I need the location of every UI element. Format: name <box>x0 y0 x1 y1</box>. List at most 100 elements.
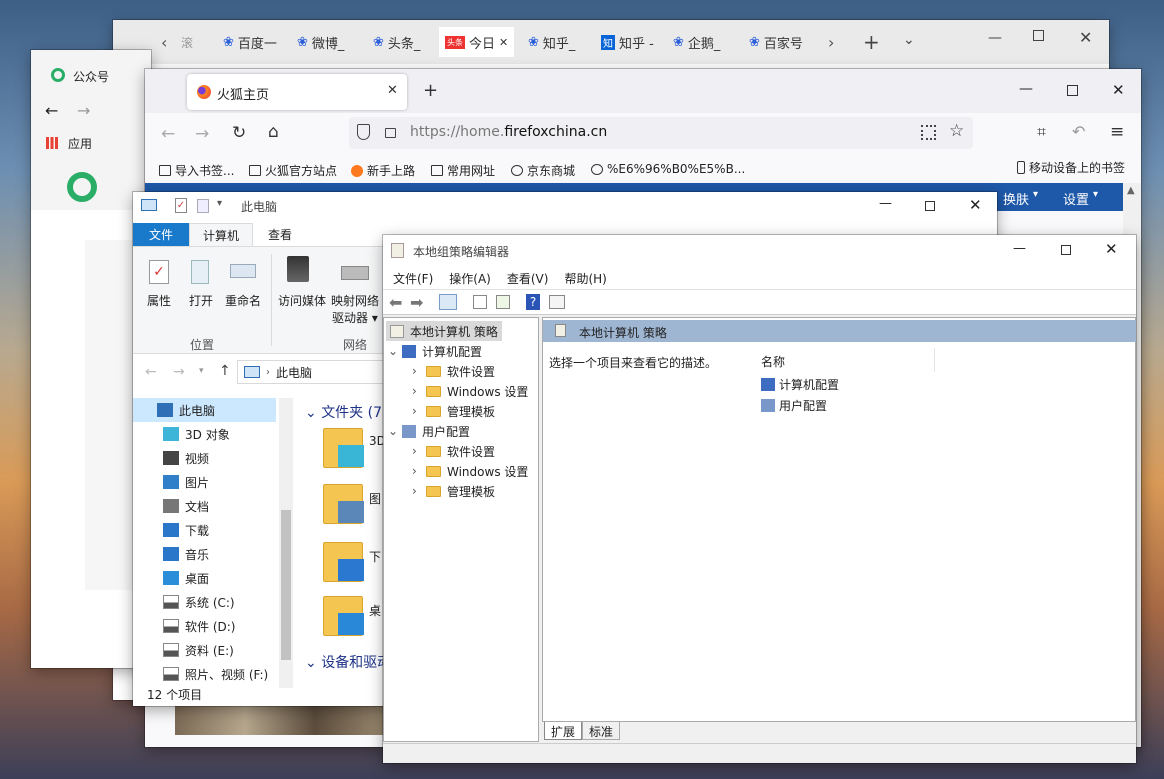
forward-icon[interactable]: ➡ <box>410 293 423 312</box>
policy-list-item[interactable]: 用户配置 <box>761 395 827 415</box>
screenshot-crop-icon[interactable]: ⌗ <box>1037 122 1046 142</box>
maximize-icon[interactable] <box>925 201 935 211</box>
nav-item[interactable]: 桌面 <box>163 566 209 590</box>
ribbon-map-drive[interactable]: 映射网络 <box>331 292 379 309</box>
tab-title[interactable]: 公众号 <box>73 68 109 85</box>
apps-grid-icon[interactable] <box>46 137 58 149</box>
nav-item[interactable]: 软件 (D:) <box>163 614 235 638</box>
scroll-up-icon[interactable]: ▲ <box>1127 185 1135 196</box>
back-tab[interactable]: 知知乎 - <box>601 27 654 57</box>
nav-item[interactable]: 图片 <box>163 470 209 494</box>
properties-check-icon[interactable]: ✓ <box>175 198 187 213</box>
menu-hamburger-icon[interactable]: ≡ <box>1110 122 1124 142</box>
back-tab[interactable]: 头条 今日 ✕ <box>439 27 515 57</box>
maximize-icon[interactable] <box>1067 85 1078 96</box>
ribbon-open[interactable]: 打开 <box>189 292 213 309</box>
column-header-name[interactable]: 名称 <box>747 348 935 372</box>
tab-list-chevron-icon[interactable]: ⌄ <box>903 32 915 48</box>
folder-tile-icon[interactable] <box>323 596 364 636</box>
mobile-bookmarks[interactable]: 移动设备上的书签 <box>1017 159 1125 176</box>
nav-scrollbar[interactable] <box>279 398 293 688</box>
tree-node[interactable]: 本地计算机 策略 <box>390 321 498 341</box>
nav-item[interactable]: 资料 (E:) <box>163 638 234 662</box>
menu-item[interactable]: 帮助(H) <box>556 270 614 287</box>
back-tab[interactable]: ❀ 企鹅_ <box>673 27 720 57</box>
undo-icon[interactable]: ↶ <box>1072 122 1085 141</box>
tabs-scroll-right-icon[interactable]: › <box>828 33 834 52</box>
tree-node[interactable]: › 管理模板 <box>412 401 495 421</box>
expand-chevron-icon[interactable]: ⌄ <box>388 344 402 358</box>
menu-item[interactable]: 查看(V) <box>499 270 557 287</box>
expand-chevron-icon[interactable]: ⌄ <box>388 424 402 438</box>
ribbon-tab-computer[interactable]: 计算机 <box>189 223 253 247</box>
back-tab[interactable]: ❀ 头条_ <box>373 27 420 57</box>
close-icon[interactable]: ✕ <box>1105 240 1118 258</box>
new-folder-icon[interactable] <box>197 199 209 213</box>
page-nav-skin[interactable]: 换肤 <box>1003 189 1029 208</box>
section-folders[interactable]: ⌄ 文件夹 (7) <box>305 402 387 422</box>
policy-list-item[interactable]: 计算机配置 <box>761 374 839 394</box>
close-icon[interactable]: ✕ <box>1112 81 1125 99</box>
collapse-chevron-icon[interactable]: › <box>412 364 426 378</box>
quick-access-chevron-icon[interactable]: ▾ <box>217 198 222 209</box>
back-tab[interactable]: ❀ 知乎_ <box>528 27 575 57</box>
collapse-chevron-icon[interactable]: › <box>412 464 426 478</box>
show-tree-icon[interactable] <box>439 294 457 310</box>
ribbon-rename[interactable]: 重命名 <box>225 292 261 309</box>
forward-icon[interactable]: → <box>77 101 90 120</box>
tree-node[interactable]: › 软件设置 <box>412 441 495 461</box>
tree-node[interactable]: › 管理模板 <box>412 481 495 501</box>
forward-icon[interactable]: → <box>195 124 209 144</box>
section-devices[interactable]: ⌄ 设备和驱动 <box>305 652 391 672</box>
tab-partial[interactable]: 滚 <box>181 34 193 51</box>
tab-standard[interactable]: 标准 <box>582 722 621 740</box>
new-tab-icon[interactable]: + <box>423 80 438 101</box>
ribbon-tab-view[interactable]: 查看 <box>255 223 305 246</box>
tree-node[interactable]: ⌄ 计算机配置 <box>388 341 482 361</box>
url-bar[interactable]: https://home.firefoxchina.cn ☆ <box>349 117 973 149</box>
tree-node[interactable]: ⌄ 用户配置 <box>388 421 470 441</box>
tab-extended[interactable]: 扩展 <box>544 722 583 740</box>
properties-icon[interactable] <box>473 295 487 309</box>
menu-item[interactable]: 操作(A) <box>441 270 499 287</box>
menu-item[interactable]: 文件(F) <box>385 270 441 287</box>
qr-code-icon[interactable] <box>921 125 936 140</box>
folder-tile-label[interactable]: 图 <box>369 490 381 507</box>
minimize-icon[interactable]: — <box>1019 81 1033 97</box>
ribbon-map-drive-2[interactable]: 驱动器 ▾ <box>332 309 378 326</box>
nav-item[interactable]: 视频 <box>163 446 209 470</box>
export-list-icon[interactable] <box>496 295 510 309</box>
tab-close-icon[interactable]: ✕ <box>387 83 398 98</box>
nav-item[interactable]: 音乐 <box>163 542 209 566</box>
close-icon[interactable]: ✕ <box>969 196 982 214</box>
bookmark-item[interactable]: 导入书签... <box>159 162 234 179</box>
back-icon[interactable]: ← <box>161 124 175 144</box>
tabs-scroll-left-icon[interactable]: ‹ <box>161 33 167 52</box>
back-icon[interactable]: ⬅ <box>389 293 402 312</box>
new-tab-button[interactable]: + <box>863 30 880 54</box>
bookmark-item[interactable]: %E6%96%B0%E5%B... <box>591 162 745 176</box>
nav-item[interactable]: 照片、视频 (F:) <box>163 662 268 686</box>
bookmark-apps[interactable]: 应用 <box>68 135 92 152</box>
up-icon[interactable]: ↑ <box>219 363 231 379</box>
collapse-chevron-icon[interactable]: › <box>412 444 426 458</box>
forward-icon[interactable]: → <box>173 364 185 380</box>
tab-close-icon[interactable]: ✕ <box>499 36 508 49</box>
maximize-icon[interactable] <box>1033 30 1044 41</box>
tree-node[interactable]: › 软件设置 <box>412 361 495 381</box>
ribbon-media[interactable]: 访问媒体 <box>278 292 326 309</box>
view-icon[interactable] <box>549 295 565 309</box>
ribbon-tab-file[interactable]: 文件 <box>133 223 189 246</box>
folder-tile-label[interactable]: 下 <box>369 548 381 565</box>
address-bar[interactable]: › 此电脑 <box>237 360 397 384</box>
nav-item[interactable]: 下载 <box>163 518 209 542</box>
bookmark-item[interactable]: 常用网址 <box>431 162 495 179</box>
bookmark-star-icon[interactable]: ☆ <box>949 121 964 141</box>
help-icon[interactable]: ? <box>526 294 540 310</box>
tree-node[interactable]: › Windows 设置 <box>412 381 528 401</box>
folder-tile-icon[interactable] <box>323 428 364 468</box>
bookmark-item[interactable]: 火狐官方站点 <box>249 162 337 179</box>
bookmark-item[interactable]: 京东商城 <box>511 162 575 179</box>
maximize-icon[interactable] <box>1061 245 1071 255</box>
back-tab[interactable]: ❀ 百家号 <box>749 27 803 57</box>
